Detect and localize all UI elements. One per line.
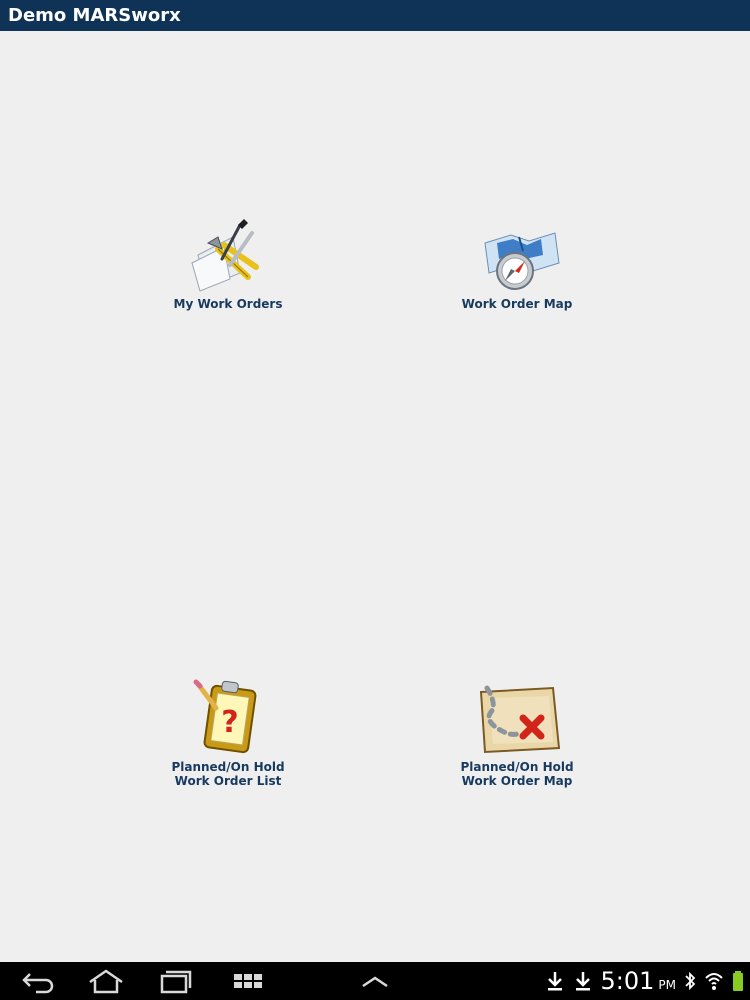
- map-compass-icon: [484, 232, 560, 290]
- clock-time: 5:01: [600, 967, 655, 995]
- svg-text:?: ?: [221, 705, 238, 740]
- work-order-map-button[interactable]: Work Order Map: [427, 215, 607, 311]
- clock-ampm: PM: [658, 978, 676, 992]
- back-button[interactable]: [18, 968, 58, 994]
- label-line-2: Work Order Map: [461, 774, 573, 788]
- battery-icon: [733, 971, 743, 991]
- apps-grid-button[interactable]: [228, 968, 268, 994]
- menu-up-button[interactable]: [355, 968, 395, 994]
- planned-on-hold-map-label: Planned/On Hold Work Order Map: [427, 760, 607, 788]
- bluetooth-icon: [685, 971, 696, 991]
- planned-on-hold-list-button[interactable]: ? Planned/On Hold Work Order List: [138, 678, 318, 788]
- work-order-map-label: Work Order Map: [461, 297, 573, 311]
- download-icon: [547, 972, 562, 991]
- apps-grid-icon: [234, 974, 262, 988]
- download-icon: [575, 972, 590, 991]
- system-nav-bar: 5:01 PM: [0, 962, 750, 1000]
- treasure-map-icon: [479, 685, 561, 754]
- wifi-icon: [705, 973, 723, 990]
- back-icon: [22, 973, 54, 994]
- my-work-orders-button[interactable]: My Work Orders: [138, 215, 318, 311]
- status-area: 5:01 PM: [545, 962, 750, 1000]
- recent-apps-icon: [160, 970, 192, 994]
- menu-up-icon: [362, 976, 388, 988]
- label-line-1: Planned/On Hold: [171, 760, 285, 774]
- clipboard-question-icon: ?: [193, 679, 257, 754]
- app-title: Demo MARSworx: [8, 5, 181, 26]
- label-line-1: Planned/On Hold: [460, 760, 574, 774]
- planned-on-hold-list-label: Planned/On Hold Work Order List: [138, 760, 318, 788]
- app-title-bar: Demo MARSworx: [0, 0, 750, 31]
- home-button[interactable]: [86, 968, 126, 994]
- tools-icon: [191, 219, 259, 292]
- planned-on-hold-map-button[interactable]: Planned/On Hold Work Order Map: [427, 678, 607, 788]
- recent-apps-button[interactable]: [156, 968, 196, 994]
- label-line-2: Work Order List: [174, 774, 282, 788]
- home-icon: [89, 969, 123, 994]
- my-work-orders-label: My Work Orders: [173, 297, 283, 311]
